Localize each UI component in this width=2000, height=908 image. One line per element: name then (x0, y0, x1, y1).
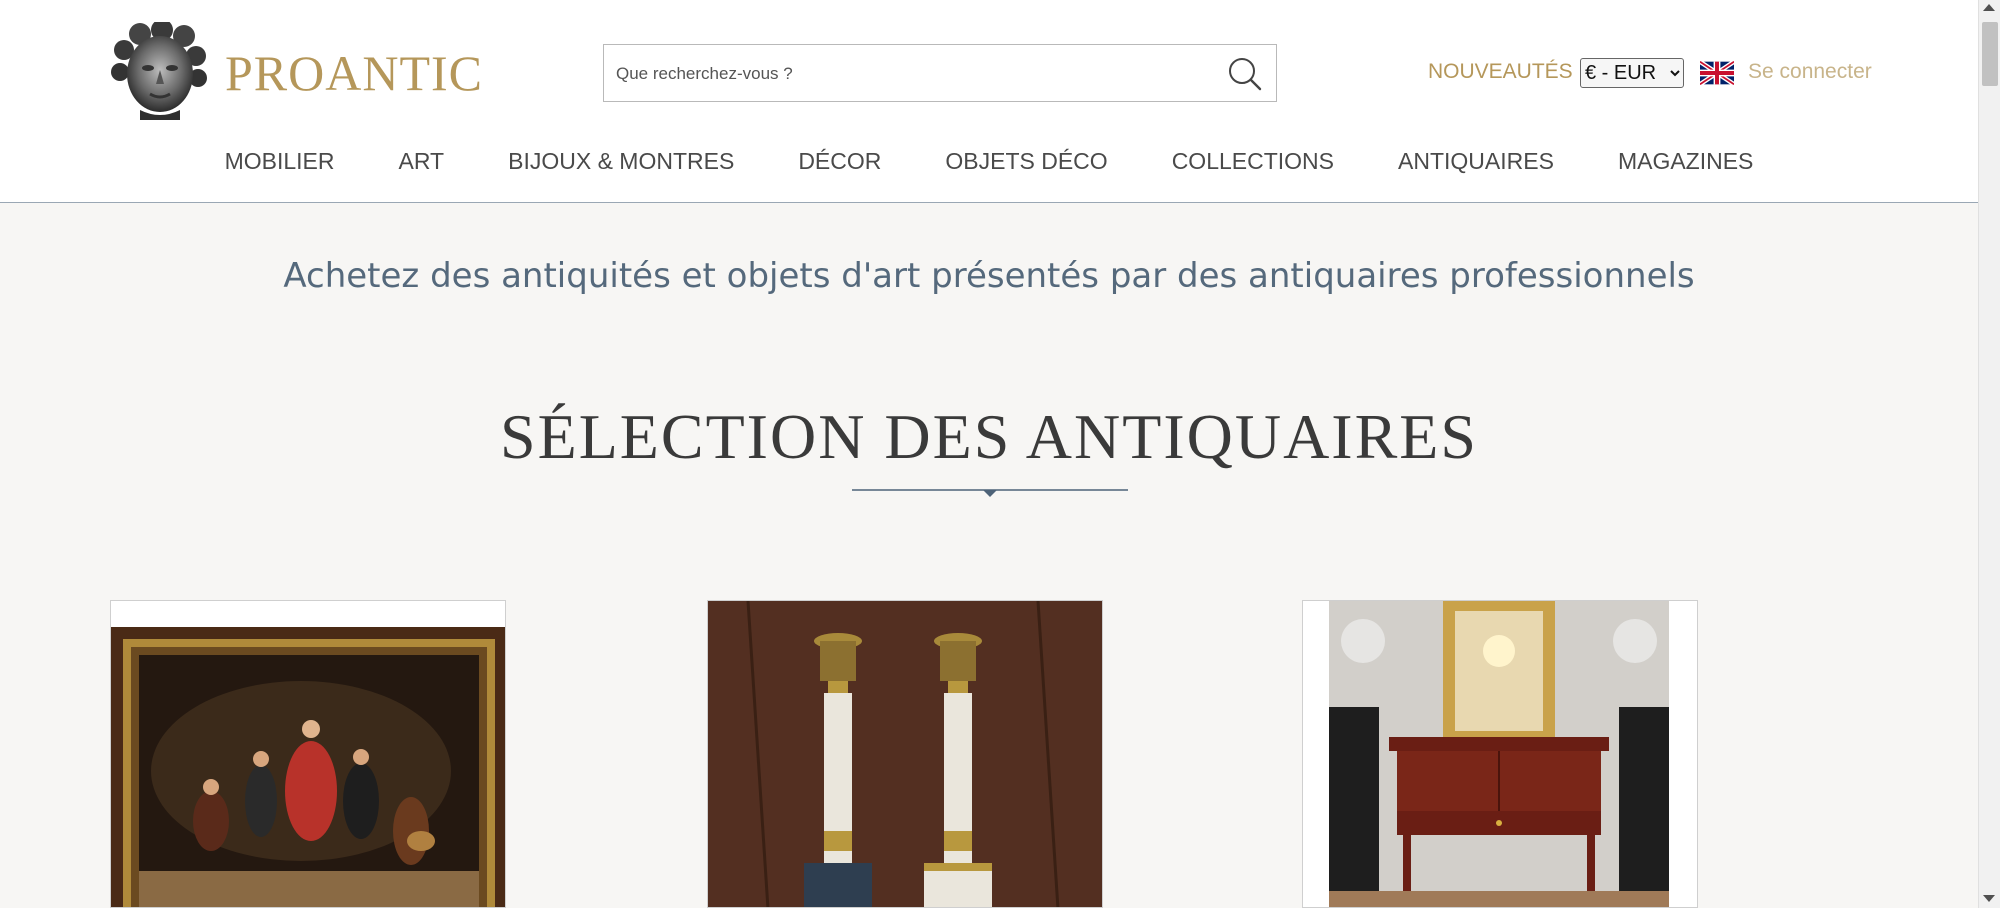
tagline: Achetez des antiquités et objets d'art p… (283, 256, 1695, 296)
painting-image[interactable] (111, 601, 506, 908)
uk-flag-icon[interactable] (1700, 61, 1734, 85)
bust-head-icon[interactable] (110, 22, 208, 120)
scroll-thumb[interactable] (1982, 22, 1998, 86)
nav-item-bijoux-montres[interactable]: BIJOUX & MONTRES (508, 148, 734, 178)
search-bar (603, 44, 1277, 102)
main-nav: MOBILIER ART BIJOUX & MONTRES DÉCOR OBJE… (0, 148, 1978, 178)
nav-item-decor[interactable]: DÉCOR (798, 148, 881, 178)
site-header: PROANTIC NOUVEAUTÉS € - EUR Se connecter… (0, 0, 1978, 203)
nav-item-art[interactable]: ART (399, 148, 445, 178)
nav-item-antiquaires[interactable]: ANTIQUAIRES (1398, 148, 1554, 178)
product-card-candlesticks[interactable] (707, 600, 1103, 908)
nav-item-mobilier[interactable]: MOBILIER (225, 148, 335, 178)
title-divider (852, 489, 1128, 497)
search-input[interactable] (616, 61, 1216, 87)
scroll-up-arrow-icon[interactable] (1983, 4, 1995, 11)
product-card-painting[interactable] (110, 600, 506, 908)
product-card-console-table[interactable] (1302, 600, 1698, 908)
candlesticks-image[interactable] (708, 601, 1103, 908)
login-link[interactable]: Se connecter (1748, 60, 1872, 84)
currency-select[interactable]: € - EUR (1580, 58, 1684, 88)
nav-item-objets-deco[interactable]: OBJETS DÉCO (945, 148, 1107, 178)
console-table-image[interactable] (1303, 601, 1698, 908)
news-link[interactable]: NOUVEAUTÉS (1428, 60, 1573, 84)
nav-item-magazines[interactable]: MAGAZINES (1618, 148, 1753, 178)
scroll-down-arrow-icon[interactable] (1983, 895, 1995, 902)
section-title: SÉLECTION DES ANTIQUAIRES (500, 401, 1478, 472)
nav-item-collections[interactable]: COLLECTIONS (1172, 148, 1334, 178)
search-icon[interactable] (1226, 55, 1264, 93)
page-scrollbar[interactable] (1978, 0, 2000, 908)
brand-name[interactable]: PROANTIC (225, 44, 483, 102)
